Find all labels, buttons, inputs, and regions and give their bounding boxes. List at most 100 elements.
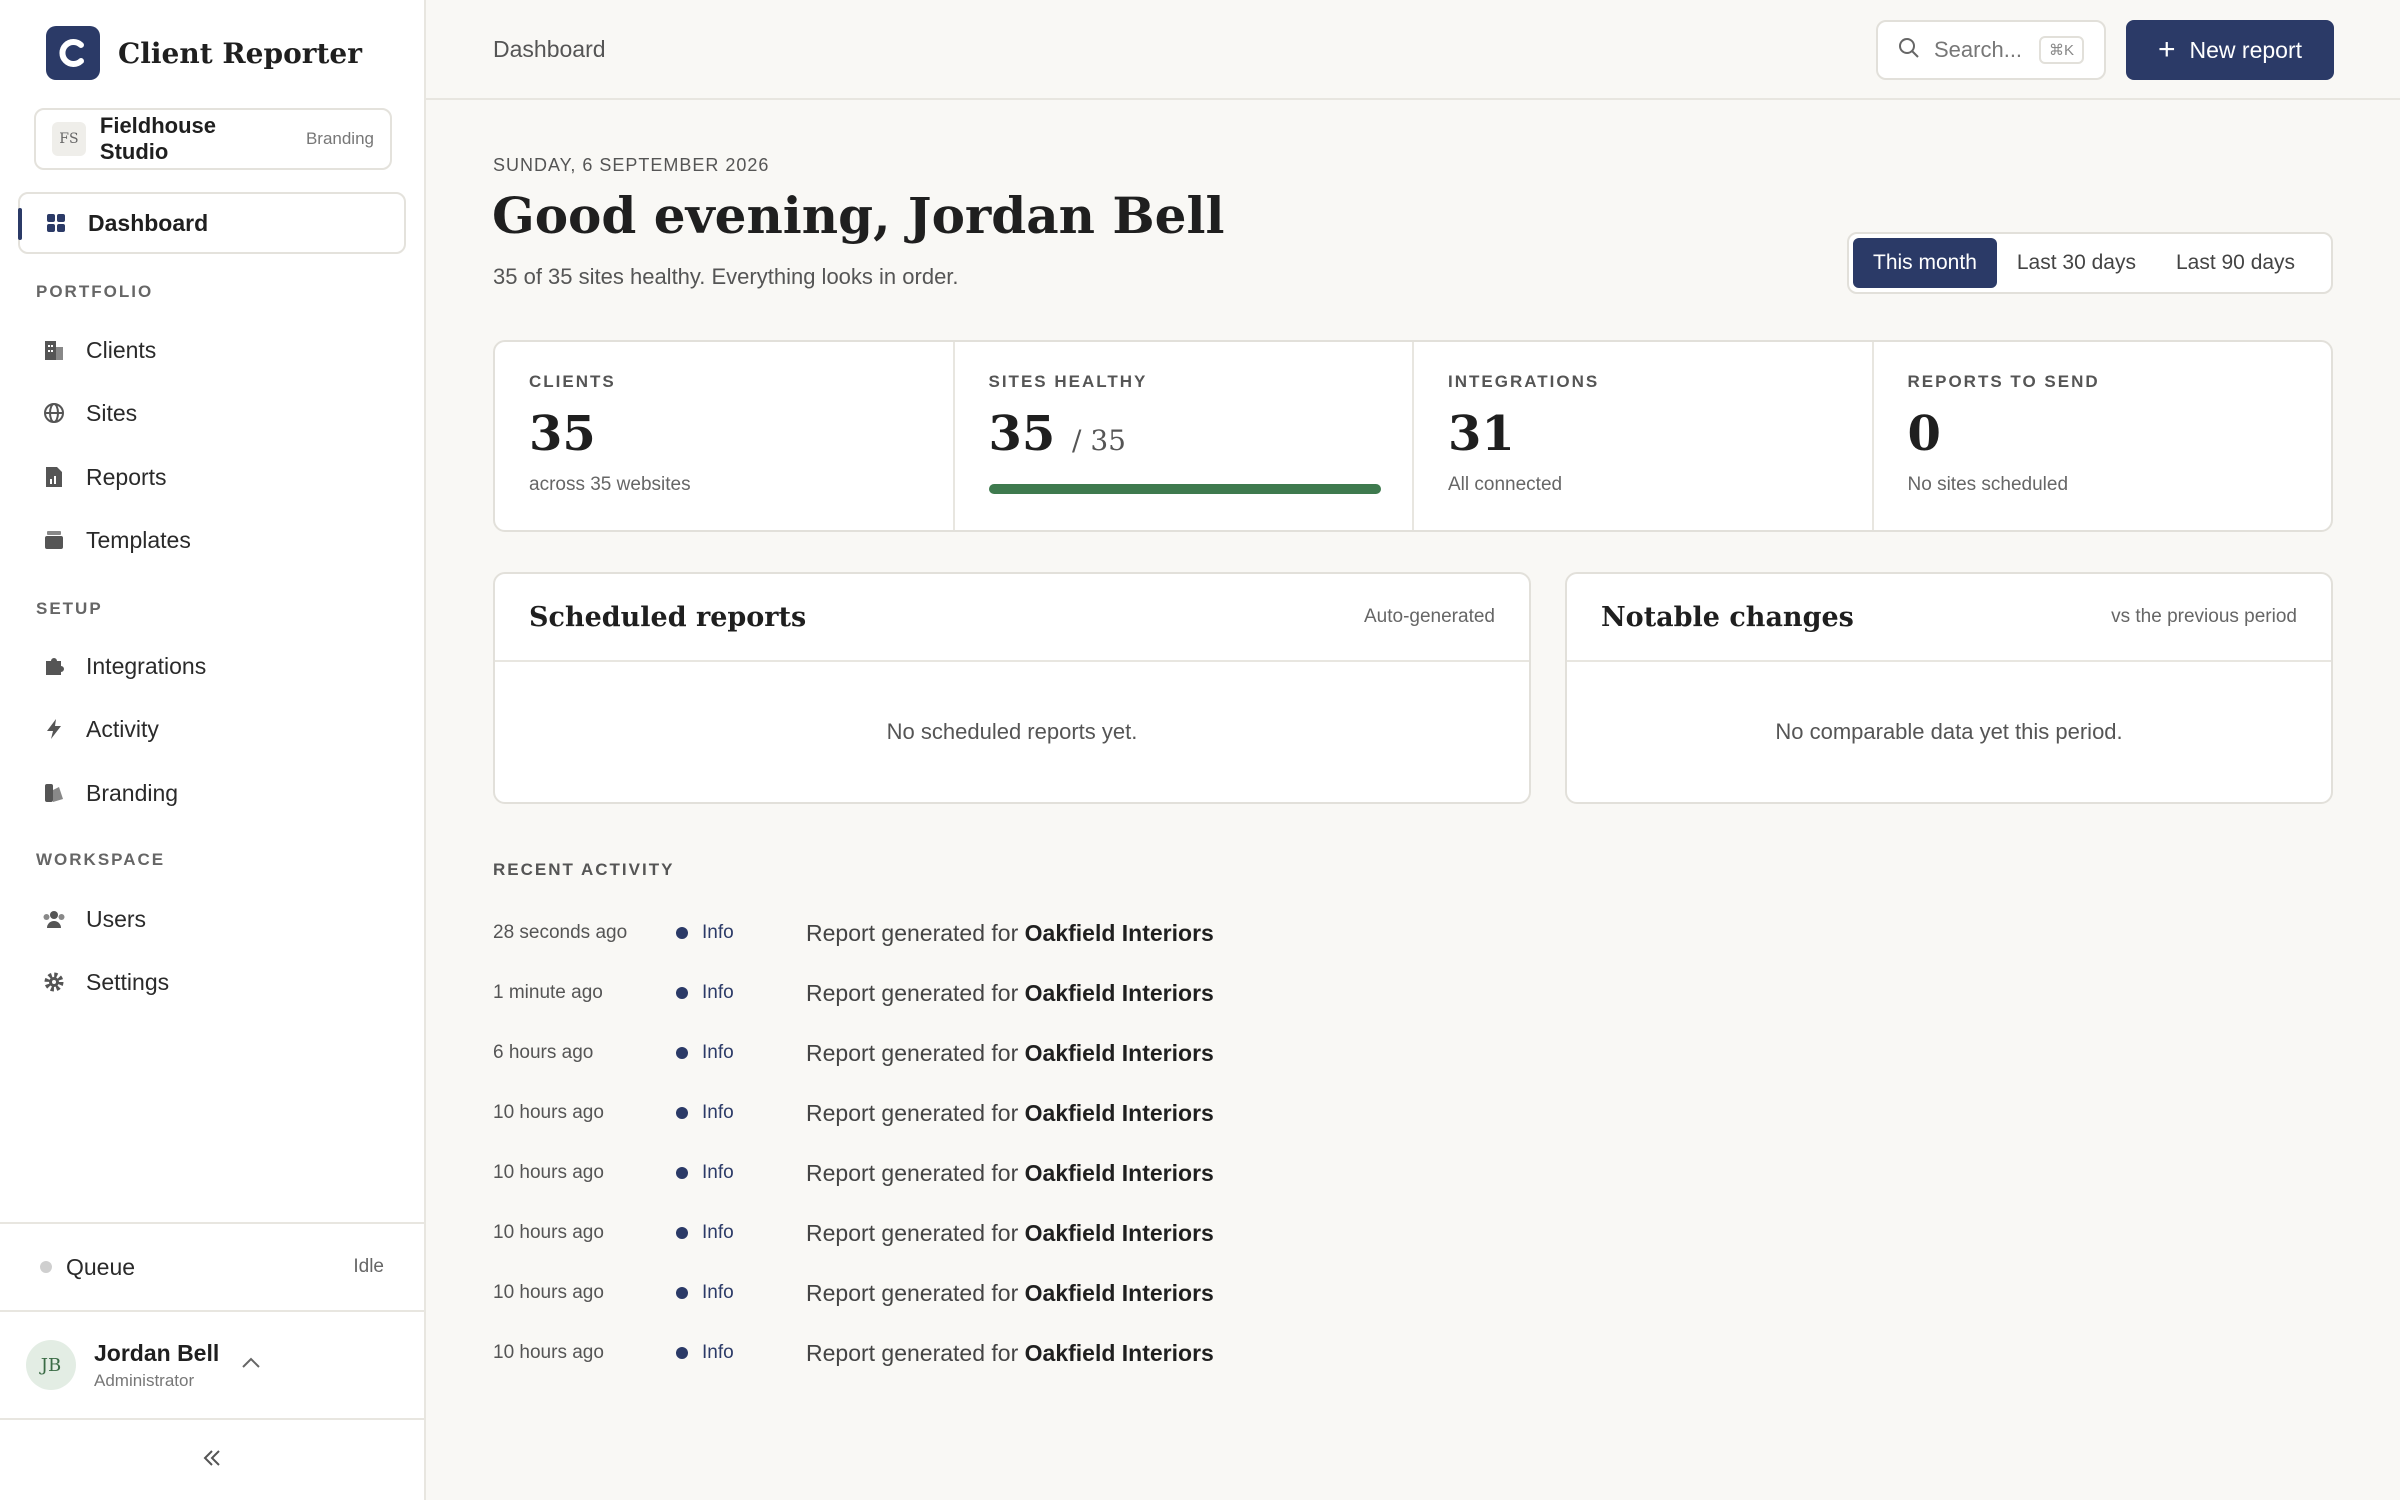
activity-row[interactable]: 10 hours ago Info Report generated for Oak…: [493, 1203, 1493, 1263]
activity-level: Info: [702, 1222, 734, 1243]
activity-target[interactable]: Oakfield Interiors: [1025, 1220, 1214, 1246]
activity-target[interactable]: Oakfield Interiors: [1025, 1160, 1214, 1186]
brand[interactable]: Client Reporter: [46, 26, 362, 80]
nav-branding-label: Branding: [86, 779, 179, 806]
activity-row[interactable]: 1 minute ago Info Report generated for Oak…: [493, 963, 1493, 1023]
plus-icon: +: [2157, 33, 2176, 66]
stat-sub: All connected: [1448, 474, 1563, 495]
nav-integrations[interactable]: Integrations: [18, 638, 406, 694]
puzzle-icon: [42, 654, 66, 678]
activity-message-text: Report generated for: [806, 979, 1019, 1006]
palette-icon: [42, 781, 66, 805]
activity-message-text: Report generated for: [806, 1039, 1019, 1066]
activity-level-dot: [676, 1047, 688, 1059]
activity-message-text: Report generated for: [806, 1219, 1019, 1246]
activity-level: Info: [702, 1342, 734, 1363]
nav-reports-label: Reports: [86, 463, 167, 490]
search-placeholder: Search...: [1934, 37, 2023, 62]
activity-list: 28 seconds ago Info Report generated for O…: [493, 903, 1493, 1383]
activity-message: Report generated for Oakfield Interiors: [806, 1220, 1214, 1247]
range-this-month[interactable]: This month: [1853, 238, 1997, 288]
queue-status-dot: [40, 1261, 52, 1273]
stat-integrations: INTEGRATIONS 31 All connected: [1414, 342, 1874, 530]
org-switcher[interactable]: FS Fieldhouse Studio Branding: [34, 108, 392, 170]
activity-row[interactable]: 10 hours ago Info Report generated for Oak…: [493, 1143, 1493, 1203]
nav-reports[interactable]: Reports: [18, 449, 406, 505]
activity-message: Report generated for Oakfield Interiors: [806, 1280, 1214, 1307]
nav-users[interactable]: Users: [18, 891, 406, 947]
activity-time: 10 hours ago: [493, 1102, 604, 1123]
card-title: Notable changes: [1601, 601, 1854, 633]
page-title: Good evening, Jordan Bell: [492, 186, 1225, 245]
users-icon: [42, 907, 66, 931]
activity-target[interactable]: Oakfield Interiors: [1025, 1040, 1214, 1066]
scheduled-reports-card: Scheduled reports Auto-generated No sche…: [493, 572, 1531, 804]
activity-target[interactable]: Oakfield Interiors: [1025, 1100, 1214, 1126]
activity-target[interactable]: Oakfield Interiors: [1025, 1340, 1214, 1366]
grid-icon: [44, 211, 68, 235]
app-name: Client Reporter: [118, 36, 363, 70]
activity-row[interactable]: 10 hours ago Info Report generated for Oak…: [493, 1263, 1493, 1323]
search-button[interactable]: Search... ⌘K: [1876, 20, 2106, 80]
nav-settings[interactable]: Settings: [18, 954, 406, 1010]
activity-time: 10 hours ago: [493, 1282, 604, 1303]
recent-activity-heading: RECENT ACTIVITY: [493, 860, 675, 879]
card-meta: vs the previous period: [2111, 606, 2297, 627]
user-menu[interactable]: JB Jordan Bell Administrator: [0, 1310, 424, 1418]
notable-changes-card: Notable changes vs the previous period N…: [1565, 572, 2333, 804]
activity-level-dot: [676, 927, 688, 939]
activity-row[interactable]: 10 hours ago Info Report generated for Oak…: [493, 1083, 1493, 1143]
section-portfolio: PORTFOLIO: [36, 282, 154, 301]
building-icon: [42, 338, 66, 362]
stat-label: INTEGRATIONS: [1448, 372, 1600, 391]
stat-reports-to-send: REPORTS TO SEND 0 No sites scheduled: [1874, 342, 2332, 530]
nav-dashboard[interactable]: Dashboard: [18, 192, 406, 254]
activity-level: Info: [702, 1282, 734, 1303]
activity-message: Report generated for Oakfield Interiors: [806, 1100, 1214, 1127]
org-tag: Branding: [305, 129, 374, 148]
stat-value-number: 35: [988, 406, 1056, 462]
activity-target[interactable]: Oakfield Interiors: [1025, 920, 1214, 946]
user-role: Administrator: [94, 1370, 195, 1390]
top-bar: Dashboard Search... ⌘K + New report: [426, 0, 2400, 100]
activity-level: Info: [702, 922, 734, 943]
org-name: Fieldhouse Studio: [99, 113, 217, 164]
stat-sub: across 35 websites: [529, 474, 691, 495]
activity-time: 28 seconds ago: [493, 922, 628, 943]
stat-sub: No sites scheduled: [1907, 474, 2069, 495]
activity-target[interactable]: Oakfield Interiors: [1025, 980, 1214, 1006]
activity-level: Info: [702, 1042, 734, 1063]
collapse-sidebar-button[interactable]: [0, 1418, 424, 1500]
activity-level: Info: [702, 982, 734, 1003]
nav-templates[interactable]: Templates: [18, 512, 406, 568]
activity-row[interactable]: 10 hours ago Info Report generated for Oak…: [493, 1323, 1493, 1383]
avatar: JB: [26, 1340, 76, 1390]
search-icon: [1898, 37, 1920, 64]
stat-label: CLIENTS: [529, 372, 616, 391]
card-meta: Auto-generated: [1364, 606, 1495, 627]
activity-target[interactable]: Oakfield Interiors: [1025, 1280, 1214, 1306]
activity-time: 10 hours ago: [493, 1162, 604, 1183]
stat-clients: CLIENTS 35 across 35 websites: [495, 342, 955, 530]
queue-status[interactable]: Queue Idle: [0, 1222, 424, 1310]
nav-users-label: Users: [86, 905, 147, 932]
date-range-selector: This month Last 30 days Last 90 days: [1847, 232, 2333, 294]
stat-value-total: / 35: [1072, 424, 1126, 457]
sites-health-progress-fill: [988, 484, 1381, 494]
new-report-button[interactable]: + New report: [2126, 20, 2334, 80]
section-workspace: WORKSPACE: [36, 850, 166, 869]
nav-activity[interactable]: Activity: [18, 701, 406, 757]
activity-level-dot: [676, 1167, 688, 1179]
range-last-90-days[interactable]: Last 90 days: [2156, 238, 2315, 288]
sites-health-progress: [988, 484, 1381, 494]
range-last-30-days[interactable]: Last 30 days: [1997, 238, 2156, 288]
nav-sites[interactable]: Sites: [18, 385, 406, 441]
stat-label: REPORTS TO SEND: [1907, 372, 2100, 391]
stats-panel: CLIENTS 35 across 35 websites SITES HEAL…: [493, 340, 2333, 532]
nav-activity-label: Activity: [86, 715, 159, 742]
nav-branding[interactable]: Branding: [18, 765, 406, 821]
activity-message: Report generated for Oakfield Interiors: [806, 980, 1214, 1007]
activity-row[interactable]: 6 hours ago Info Report generated for Oakf…: [493, 1023, 1493, 1083]
nav-clients[interactable]: Clients: [18, 322, 406, 378]
activity-row[interactable]: 28 seconds ago Info Report generated for O…: [493, 903, 1493, 963]
